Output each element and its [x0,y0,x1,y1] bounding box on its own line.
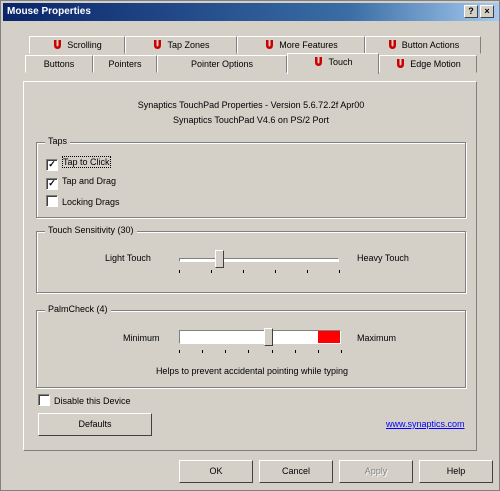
taps-group: Taps ✓ Tap to Click ✓ Tap and Drag Locking… [36,136,466,218]
slider-tick [317,350,319,353]
slider-tick [243,270,244,273]
tab-label: Pointer Options [190,59,254,69]
tab-scrolling[interactable]: Scrolling [29,36,125,54]
maximum-label: Maximum [357,333,397,343]
slider-tick [271,350,273,353]
slider-tick [339,270,340,273]
tab-buttons[interactable]: Buttons [25,55,93,73]
palmcheck-caption: Helps to prevent accidental pointing whi… [155,366,349,376]
slider-tick [225,350,227,353]
synaptics-link[interactable]: www.synaptics.com [386,419,465,429]
mouse-properties-window: Mouse Properties ? × Scrolling Tap Zones… [0,0,500,491]
checkbox-box[interactable] [38,394,50,406]
tab-label: Pointers [108,59,142,69]
slider-tick [275,270,276,273]
device-line: Synaptics TouchPad V4.6 on PS/2 Port [173,115,329,125]
palmcheck-legend: PalmCheck (4) [45,304,111,314]
checkbox-label: Tap to Click [62,156,111,168]
synaptics-icon [397,59,405,68]
help-button[interactable]: Help [419,460,493,483]
slider-tick [294,350,296,353]
checkbox-box[interactable]: ✓ [46,178,58,190]
locking-drags-checkbox[interactable]: Locking Drags [46,195,120,207]
disable-device-checkbox[interactable]: Disable this Device [38,394,131,406]
slider-tick [211,270,212,273]
slider-tick [179,350,180,353]
tab-label: More Features [279,40,338,50]
slider-tick [307,270,308,273]
tab-pointers[interactable]: Pointers [93,55,157,73]
synaptics-icon [315,57,323,66]
tap-and-drag-checkbox[interactable]: ✓ Tap and Drag [46,176,116,190]
slider-tick [179,270,180,273]
help-title-button[interactable]: ? [464,5,478,18]
taps-legend: Taps [45,136,71,146]
close-title-button[interactable]: × [480,5,494,18]
tab-label: Tap Zones [167,40,210,50]
synaptics-icon [54,40,62,49]
tap-to-click-checkbox[interactable]: ✓ Tap to Click [46,156,111,171]
version-line: Synaptics TouchPad Properties - Version … [137,100,365,110]
touch-sensitivity-track [179,258,339,262]
palmcheck-danger-zone [318,331,340,343]
tab-touch[interactable]: Touch [287,53,379,74]
tab-button-actions[interactable]: Button Actions [365,36,481,54]
touch-sensitivity-group: Touch Sensitivity (30) Light Touch Heavy… [36,225,466,293]
title-bar: Mouse Properties ? × [3,3,499,21]
palmcheck-slider[interactable] [264,328,274,346]
synaptics-icon [388,40,396,49]
tab-label: Edge Motion [410,59,461,69]
palmcheck-group: PalmCheck (4) Minimum Maximum Helps to p… [36,304,466,388]
heavy-touch-label: Heavy Touch [357,253,409,263]
checkbox-box[interactable] [46,195,58,207]
palmcheck-track [179,330,341,344]
synaptics-icon [154,40,162,49]
minimum-label: Minimum [123,333,160,343]
touch-sensitivity-slider[interactable] [215,250,224,268]
checkbox-box[interactable]: ✓ [46,159,58,171]
checkbox-label: Locking Drags [62,197,120,207]
tab-tap-zones[interactable]: Tap Zones [125,36,237,54]
window-title: Mouse Properties [7,6,91,17]
tab-label: Scrolling [67,40,102,50]
cancel-button[interactable]: Cancel [259,460,333,483]
checkbox-label: Tap and Drag [62,176,117,186]
slider-tick [341,350,342,353]
tab-pointer-options[interactable]: Pointer Options [157,55,287,73]
tab-label: Buttons [43,59,75,69]
tab-label: Touch [328,57,353,67]
tab-more-features[interactable]: More Features [237,36,365,54]
defaults-button[interactable]: Defaults [38,413,152,436]
checkbox-label: Disable this Device [54,396,131,406]
touch-sensitivity-legend: Touch Sensitivity (30) [45,225,137,235]
tab-label: Button Actions [401,40,460,50]
slider-tick [248,350,250,353]
apply-button[interactable]: Apply [339,460,413,483]
touch-tab-panel: Synaptics TouchPad Properties - Version … [23,81,477,451]
ok-button[interactable]: OK [179,460,253,483]
light-touch-label: Light Touch [105,253,151,263]
slider-tick [202,350,204,353]
synaptics-icon [266,40,274,49]
tab-edge-motion[interactable]: Edge Motion [379,55,477,73]
